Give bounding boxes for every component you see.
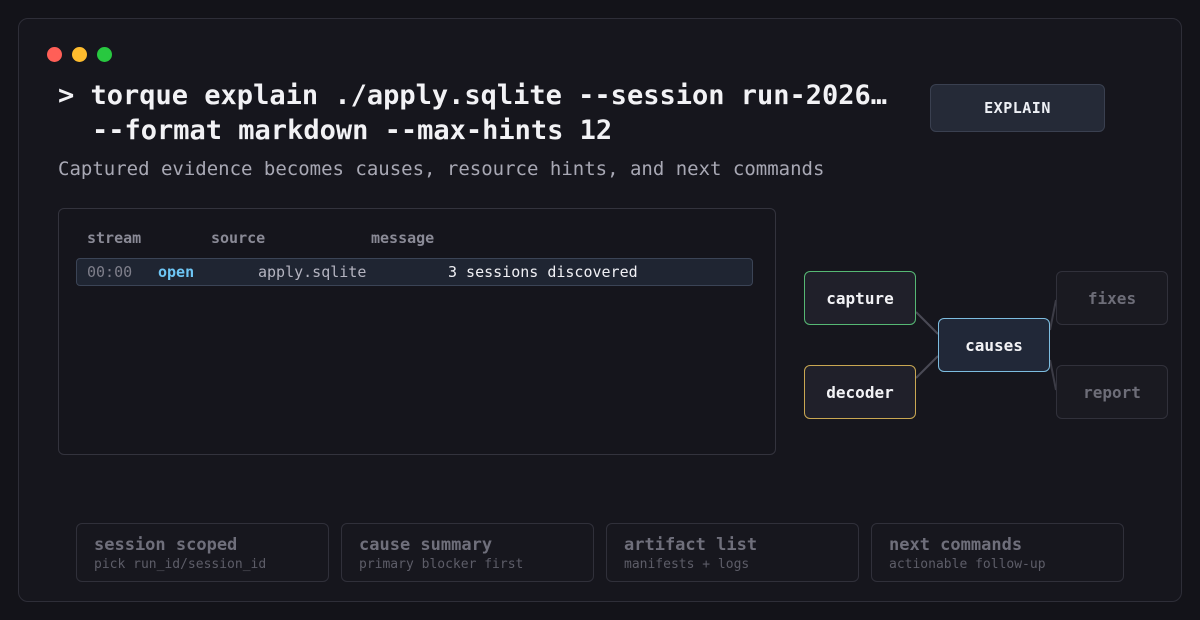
card-subtitle: actionable follow-up <box>889 557 1046 572</box>
flow-node-decoder[interactable]: decoder <box>804 365 916 419</box>
command-line: > torque explain ./apply.sqlite --sessio… <box>58 78 908 148</box>
column-header-message: message <box>371 229 435 247</box>
minimize-button[interactable] <box>72 47 87 62</box>
card-subtitle: pick run_id/session_id <box>94 557 267 572</box>
zoom-button[interactable] <box>97 47 112 62</box>
flow-node-report[interactable]: report <box>1056 365 1168 419</box>
card-subtitle: manifests + logs <box>624 557 750 572</box>
command-line-1: > torque explain ./apply.sqlite --sessio… <box>58 80 888 111</box>
feature-card-cause-summary: cause summary primary blocker first <box>341 523 594 582</box>
card-subtitle: primary blocker first <box>359 557 524 572</box>
row-event-kind: open <box>158 263 195 281</box>
feature-card-artifact-list: artifact list manifests + logs <box>606 523 859 582</box>
column-header-source: source <box>211 229 266 247</box>
subtitle: Captured evidence becomes causes, resour… <box>58 158 825 180</box>
card-title: next commands <box>889 535 1023 555</box>
feature-card-session-scoped: session scoped pick run_id/session_id <box>76 523 329 582</box>
explain-button[interactable]: EXPLAIN <box>930 84 1105 132</box>
flow-node-causes[interactable]: causes <box>938 318 1050 372</box>
command-line-2: --format markdown --max-hints 12 <box>92 115 613 146</box>
row-source: apply.sqlite <box>258 263 367 281</box>
stream-row[interactable]: 00:00 open apply.sqlite 3 sessions disco… <box>76 258 753 286</box>
window-controls <box>47 47 112 62</box>
feature-card-next-commands: next commands actionable follow-up <box>871 523 1124 582</box>
feature-cards: session scoped pick run_id/session_id ca… <box>76 523 1124 582</box>
column-header-stream: stream <box>87 229 142 247</box>
card-title: artifact list <box>624 535 758 555</box>
event-stream-panel: stream source message 00:00 open apply.s… <box>58 208 776 455</box>
flow-node-fixes[interactable]: fixes <box>1056 271 1168 325</box>
row-time: 00:00 <box>87 263 133 281</box>
close-button[interactable] <box>47 47 62 62</box>
card-title: cause summary <box>359 535 493 555</box>
card-title: session scoped <box>94 535 238 555</box>
stream-header: stream source message <box>59 229 775 249</box>
row-message: 3 sessions discovered <box>448 263 638 281</box>
flow-node-capture[interactable]: capture <box>804 271 916 325</box>
